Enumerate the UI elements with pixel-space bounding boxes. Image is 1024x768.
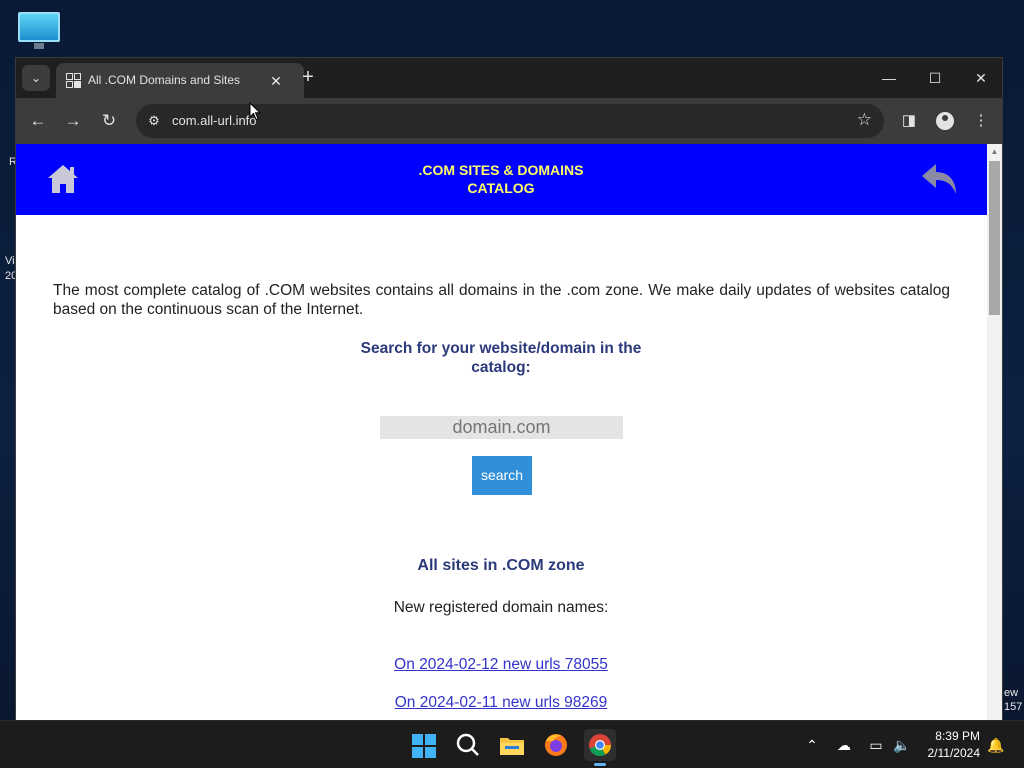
network-icon[interactable]: ▭ [866,735,886,755]
desktop-label-fragment: ew [1004,687,1019,699]
daily-urls-link[interactable]: On 2024-02-11 new urls 98269 [301,694,701,712]
site-title: .COM SITES & DOMAINS CATALOG [418,162,584,196]
daily-urls-link[interactable]: On 2024-02-12 new urls 78055 [301,656,701,674]
page-viewport: .COM SITES & DOMAINS CATALOG The most co… [16,144,987,721]
browser-window: ⌄ All .COM Domains and Sites ✕ + — ☐ ✕ ←… [15,57,1003,721]
desktop-label-fragment: Vi [5,255,15,267]
taskbar: ⌃ ☁ ▭ 🔈 8:39 PM 2/11/2024 🔔 [0,720,1024,768]
clock-date[interactable]: 2/11/2024 [914,746,981,760]
browser-toolbar: ← → ↻ ⚙ com.all-url.info ☆ ◨ ⋮ [16,98,1002,144]
volume-muted-icon[interactable]: 🔈 [892,735,912,755]
intro-paragraph: The most complete catalog of .COM websit… [53,282,950,318]
page-scrollbar[interactable]: ▲ [987,144,1002,721]
forward-arrow-icon[interactable]: → [60,108,86,134]
firefox-icon[interactable] [540,729,572,761]
new-tab-icon[interactable]: + [296,66,320,90]
desktop-label-fragment: 157 [1004,701,1023,713]
this-pc-icon[interactable] [16,10,62,50]
close-window-icon[interactable]: ✕ [966,66,996,90]
chrome-icon[interactable] [584,729,616,766]
side-panel-icon[interactable]: ◨ [896,108,922,134]
mouse-cursor-icon [249,102,261,121]
new-registered-label: New registered domain names: [393,599,609,616]
home-icon[interactable] [46,162,80,196]
site-info-icon[interactable]: ⚙ [144,111,164,131]
profile-avatar-icon[interactable] [932,108,958,134]
start-windows-icon[interactable] [408,729,440,761]
notification-bell-icon[interactable]: 🔔 [986,735,1006,755]
active-tab[interactable]: All .COM Domains and Sites ✕ [56,63,304,98]
show-hidden-icons-chevron-icon[interactable]: ⌃ [802,735,822,755]
maximize-icon[interactable]: ☐ [920,66,950,90]
bookmark-star-icon[interactable]: ☆ [857,110,872,130]
zone-heading: All sites in .COM zone [417,557,585,574]
back-arrow-icon[interactable]: ← [25,108,51,134]
site-favicon-icon [66,73,82,89]
scroll-up-arrow-icon[interactable]: ▲ [987,144,1002,159]
tab-search-button[interactable]: ⌄ [22,65,50,91]
reload-icon[interactable]: ↻ [96,108,122,134]
back-reply-icon[interactable] [920,162,960,196]
file-explorer-icon[interactable] [496,729,528,761]
domain-search-input[interactable] [380,416,623,439]
tab-strip: ⌄ All .COM Domains and Sites ✕ + — ☐ ✕ [16,58,1002,98]
search-button[interactable]: search [472,456,532,495]
search-heading: Search for your website/domain in the ca… [360,340,642,376]
tab-title: All .COM Domains and Sites [88,73,241,87]
onedrive-cloud-icon[interactable]: ☁ [834,735,854,755]
scroll-thumb[interactable] [989,161,1000,315]
site-header: .COM SITES & DOMAINS CATALOG [16,144,987,215]
minimize-icon[interactable]: — [874,66,904,90]
more-menu-icon[interactable]: ⋮ [968,108,994,134]
clock-time[interactable]: 8:39 PM [918,729,980,743]
url-text[interactable]: com.all-url.info [172,113,257,128]
search-icon[interactable] [452,729,484,761]
tab-close-icon[interactable]: ✕ [264,69,288,93]
